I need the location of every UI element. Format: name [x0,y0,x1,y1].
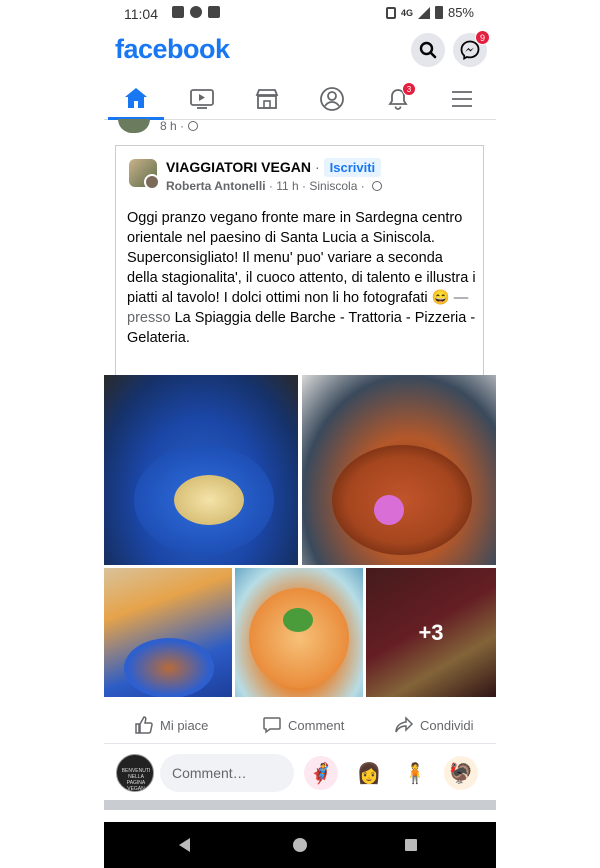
group-name[interactable]: VIAGGIATORI VEGAN [166,159,311,175]
post-text-para1: Oggi pranzo vegano fronte mare in Sardeg… [127,210,463,246]
plate-shape [124,638,214,697]
more-photos-count: +3 [366,568,496,697]
tab-marketplace[interactable] [239,78,295,120]
post-text-para2: Superconsigliato! Il menu' puo' variare … [127,250,476,306]
messenger-button[interactable]: 9 [453,30,490,67]
location-off-icon [208,6,220,18]
food-shape [174,475,244,525]
status-right: 4G 85% [385,5,474,20]
herb-shape [283,608,313,632]
sticker-super[interactable]: 🦃 [444,756,478,790]
sticker-person[interactable]: 🧍 [398,756,432,790]
vibrate-icon [385,6,396,19]
tab-notifications[interactable]: 3 [370,78,426,120]
battery-level: 85% [447,5,474,20]
menu-icon [452,91,472,107]
author-name[interactable]: Roberta Antonelli [166,179,266,193]
comment-icon [263,717,281,734]
comment-composer: BENVENUTI NELLA PAGINA VEGAN Comment… 🦸 … [104,748,496,800]
phone-screen: 11:04 4G 85% facebook 9 3 8 h · VIAGGIAT… [104,0,496,868]
home-button-icon[interactable] [293,838,307,852]
avatar [118,119,150,133]
battery-icon [434,6,443,19]
bowl-shape [332,445,472,555]
tab-menu[interactable] [434,78,490,120]
place-link[interactable]: La Spiaggia delle Barche - Trattoria - P… [127,310,475,346]
avatar-text: BENVENUTI NELLA PAGINA VEGAN [121,768,151,792]
globe-icon [372,181,383,191]
shared-post-card[interactable]: VIAGGIATORI VEGAN · Iscriviti Roberta Anto… [115,145,484,375]
thumbs-up-icon [135,716,153,734]
share-icon [395,716,414,733]
separator: · [314,159,320,175]
back-icon[interactable] [179,838,190,852]
feed-separator [104,800,496,810]
search-icon [419,41,437,59]
gallery-icon [172,6,184,18]
android-nav-bar [104,822,496,868]
flower-shape [374,495,404,525]
network-type: 4G [400,7,413,18]
avatar[interactable]: BENVENUTI NELLA PAGINA VEGAN [116,754,154,792]
marketplace-icon [255,89,279,109]
post-meta: · 11 h · Siniscola · [268,179,365,193]
like-label: Mi piace [160,717,209,733]
share-button[interactable]: Condividi [394,715,473,735]
photo-grid: +3 [104,375,496,697]
sticker-superhero[interactable]: 🦸 [304,756,338,790]
signal-icon [417,6,430,19]
group-header: VIAGGIATORI VEGAN · Iscriviti [166,158,382,177]
watch-icon [190,89,214,109]
facebook-logo[interactable]: facebook [115,34,230,65]
post-text: Oggi pranzo vegano fronte mare in Sardeg… [127,208,477,348]
status-bar: 11:04 4G 85% [104,0,496,28]
tab-home[interactable] [108,78,164,120]
search-button[interactable] [411,33,445,67]
photo-ravioli-blue-plate[interactable] [104,375,298,565]
previous-post-header: 8 h · [118,118,199,134]
post-actions: Mi piace Comment Condividi [104,708,496,744]
profile-icon [320,87,344,111]
photo-ravioli-soup[interactable] [235,568,363,697]
comment-input[interactable]: Comment… [160,754,294,792]
recent-apps-icon[interactable] [405,839,417,851]
home-icon [125,87,147,108]
post-text-end: . [185,330,190,346]
author-avatar[interactable] [144,174,160,190]
status-time: 11:04 [124,6,158,22]
tab-watch[interactable] [174,78,230,120]
join-group-button[interactable]: Iscriviti [323,158,382,177]
photo-fries-dish[interactable] [104,568,232,697]
main-nav: 3 [104,78,496,120]
comment-label: Comment [288,717,345,733]
photo-terracotta-stew[interactable] [302,375,496,565]
soup-shape [249,588,349,688]
tab-profile[interactable] [304,78,360,120]
author-line: Roberta Antonelli · 11 h · Siniscola · [166,179,383,193]
notifications-badge: 3 [402,82,416,96]
previous-post-time: 8 h · [160,119,185,133]
status-notification-icons [172,6,220,18]
like-button[interactable]: Mi piace [134,715,208,735]
messenger-badge: 9 [475,30,490,45]
globe-icon [188,121,199,131]
play-icon [190,6,202,18]
sticker-woman[interactable]: 👩 [352,756,386,790]
comment-button[interactable]: Comment [262,715,344,735]
photo-more[interactable]: +3 [366,568,496,697]
share-label: Condividi [420,717,474,733]
app-header: facebook 9 [104,30,496,74]
